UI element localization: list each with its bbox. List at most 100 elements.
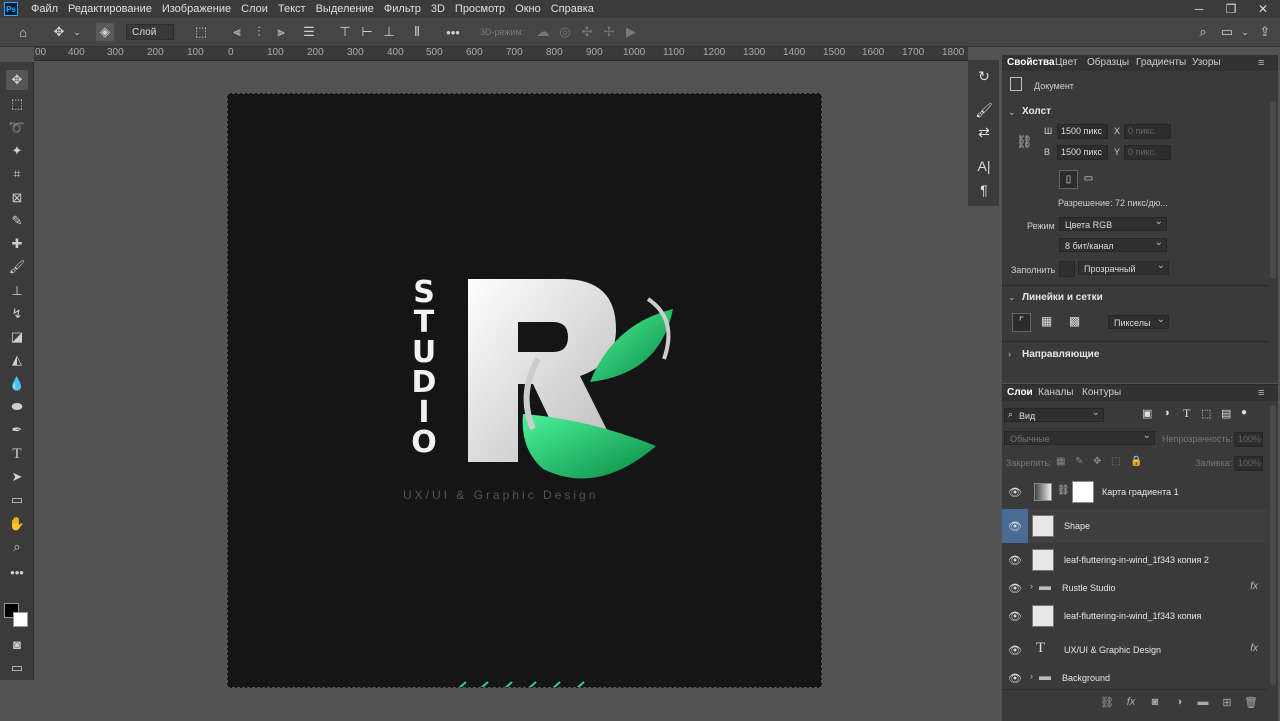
- expand-chevron-icon[interactable]: ›: [1030, 581, 1033, 591]
- layer-filter-dropdown[interactable]: Вид: [1004, 406, 1104, 422]
- minimize-icon[interactable]: ─: [1184, 0, 1214, 18]
- share-icon[interactable]: ⇪: [1256, 23, 1274, 41]
- tab-color[interactable]: Цвет: [1055, 55, 1077, 71]
- tab-gradients[interactable]: Градиенты: [1136, 55, 1186, 71]
- layer-row[interactable]: 👁 leaf-fluttering-in-wind_1f343 копия 2: [1002, 543, 1268, 578]
- menu-image[interactable]: Изображение: [157, 0, 236, 18]
- brush-tool-icon[interactable]: 🖌: [6, 257, 28, 277]
- filter-toggle-icon[interactable]: ●: [1241, 407, 1247, 418]
- height-field[interactable]: 1500 пикс: [1057, 145, 1108, 160]
- menu-view[interactable]: Просмотр: [450, 0, 510, 18]
- menu-window[interactable]: Окно: [510, 0, 546, 18]
- tab-swatches[interactable]: Образцы: [1087, 55, 1129, 71]
- collapse-chevron-icon[interactable]: ⌄: [1008, 292, 1016, 303]
- menu-3d[interactable]: 3D: [426, 0, 450, 18]
- align-middle-icon[interactable]: ⊢: [358, 23, 376, 41]
- filter-pixel-icon[interactable]: ▣: [1142, 407, 1152, 420]
- tab-patterns[interactable]: Узоры: [1192, 55, 1221, 71]
- healing-brush-icon[interactable]: ✚: [6, 234, 28, 254]
- filter-shape-icon[interactable]: ⬚: [1201, 407, 1211, 420]
- add-style-icon[interactable]: fx: [1124, 695, 1138, 709]
- 3d-pan-icon[interactable]: ✣: [578, 23, 596, 41]
- auto-select-icon[interactable]: ◈: [96, 23, 114, 41]
- paragraph-panel-icon[interactable]: ¶: [972, 180, 996, 200]
- eraser-tool-icon[interactable]: ◪: [6, 327, 28, 347]
- layer-row[interactable]: 👁 T UX/UI & Graphic Design fx: [1002, 633, 1268, 668]
- filter-type-icon[interactable]: T: [1183, 406, 1190, 421]
- screen-mode-icon[interactable]: ▭: [6, 658, 28, 678]
- visibility-eye-icon[interactable]: 👁: [1008, 553, 1022, 567]
- quick-mask-icon[interactable]: ◙: [6, 634, 28, 654]
- hand-tool-icon[interactable]: ✋: [6, 514, 28, 534]
- menu-filter[interactable]: Фильтр: [379, 0, 426, 18]
- distribute-icon[interactable]: ☰: [300, 23, 318, 41]
- align-right-icon[interactable]: ⫸: [272, 23, 290, 41]
- new-layer-icon[interactable]: ⊞: [1220, 695, 1234, 709]
- visibility-eye-icon[interactable]: 👁: [1008, 671, 1022, 685]
- path-selection-icon[interactable]: ➤: [6, 467, 28, 487]
- close-icon[interactable]: ✕: [1248, 0, 1278, 18]
- portrait-orientation-icon[interactable]: ▯: [1059, 170, 1078, 189]
- layer-row-selected[interactable]: 👁 Shape: [1002, 509, 1268, 544]
- align-left-icon[interactable]: ⫷: [228, 23, 246, 41]
- lock-transparency-icon[interactable]: ▦: [1056, 456, 1065, 467]
- rectangle-tool-icon[interactable]: ▭: [6, 490, 28, 510]
- visibility-eye-icon[interactable]: 👁: [1008, 581, 1022, 595]
- marquee-tool-icon[interactable]: ⬚: [6, 94, 28, 114]
- visibility-eye-icon[interactable]: 👁: [1008, 643, 1022, 657]
- history-brush-icon[interactable]: ↯: [6, 304, 28, 324]
- stamp-tool-icon[interactable]: ⊥: [6, 281, 28, 301]
- blur-tool-icon[interactable]: 💧: [6, 374, 28, 394]
- visibility-eye-icon[interactable]: 👁: [1008, 609, 1022, 623]
- grid-toggle-icon[interactable]: ▦: [1038, 313, 1055, 330]
- layer-group-row[interactable]: 👁 › ▬ Background: [1002, 667, 1268, 690]
- add-mask-icon[interactable]: ◙: [1148, 695, 1162, 709]
- panel-menu-icon[interactable]: ≡: [1258, 387, 1264, 399]
- 3d-camera-icon[interactable]: ▶: [622, 23, 640, 41]
- menu-type[interactable]: Текст: [273, 0, 311, 18]
- distribute-vertical-icon[interactable]: ⦀: [408, 23, 426, 41]
- brush-settings-icon[interactable]: 🖌: [972, 100, 996, 120]
- collapse-chevron-icon[interactable]: ⌄: [1008, 107, 1016, 118]
- x-field[interactable]: 0 пикс.: [1124, 124, 1171, 139]
- rulers-toggle-icon[interactable]: ⌜: [1012, 313, 1031, 332]
- layer-row[interactable]: 👁 ⛓ Карта градиента 1: [1002, 475, 1268, 510]
- opacity-field[interactable]: 100%: [1234, 432, 1263, 447]
- fx-icon[interactable]: fx: [1250, 581, 1258, 592]
- blend-mode-dropdown[interactable]: Обычные: [1004, 429, 1155, 445]
- align-top-icon[interactable]: ⊤: [336, 23, 354, 41]
- bit-depth-dropdown[interactable]: 8 бит/канал: [1059, 236, 1167, 252]
- tab-channels[interactable]: Каналы: [1038, 385, 1074, 401]
- lock-pixels-icon[interactable]: ✎: [1075, 456, 1083, 467]
- frame-tool-icon[interactable]: ⊠: [6, 188, 28, 208]
- workspace-icon[interactable]: ▭: [1218, 23, 1236, 41]
- layer-group-row[interactable]: 👁 › ▬ Rustle Studio fx: [1002, 577, 1268, 600]
- expand-chevron-icon[interactable]: ›: [1008, 349, 1011, 359]
- color-mode-dropdown[interactable]: Цвета RGB: [1059, 215, 1167, 231]
- delete-layer-icon[interactable]: 🗑: [1244, 695, 1258, 709]
- align-bottom-icon[interactable]: ⊥: [380, 23, 398, 41]
- home-icon[interactable]: ⌂: [14, 23, 32, 41]
- transform-controls-icon[interactable]: ⬚: [192, 23, 210, 41]
- 3d-slide-icon[interactable]: ✢: [600, 23, 618, 41]
- tab-paths[interactable]: Контуры: [1082, 385, 1121, 401]
- history-panel-icon[interactable]: ↻: [972, 66, 996, 86]
- new-group-icon[interactable]: ▬: [1196, 695, 1210, 709]
- paint-bucket-icon[interactable]: ◭: [6, 350, 28, 370]
- visibility-eye-icon[interactable]: 👁: [1008, 519, 1022, 533]
- pixel-grid-icon[interactable]: ▩: [1066, 313, 1083, 330]
- photoshop-logo-icon[interactable]: Ps: [4, 2, 18, 16]
- crop-tool-icon[interactable]: ⌗: [6, 164, 28, 184]
- adjustment-layer-icon[interactable]: ◑: [1172, 695, 1186, 709]
- filter-smart-object-icon[interactable]: ▤: [1221, 407, 1231, 420]
- background-color-swatch[interactable]: [13, 612, 28, 627]
- link-layers-icon[interactable]: ⛓: [1100, 695, 1114, 709]
- visibility-eye-icon[interactable]: 👁: [1008, 485, 1022, 499]
- layers-scrollbar[interactable]: [1270, 405, 1276, 685]
- lock-position-icon[interactable]: ✥: [1093, 456, 1101, 467]
- fx-icon[interactable]: fx: [1250, 643, 1258, 654]
- width-field[interactable]: 1500 пикс: [1057, 124, 1108, 139]
- filter-adjustment-icon[interactable]: ◑: [1163, 407, 1170, 419]
- panel-menu-icon[interactable]: ≡: [1258, 57, 1264, 69]
- properties-scrollbar[interactable]: [1270, 101, 1276, 279]
